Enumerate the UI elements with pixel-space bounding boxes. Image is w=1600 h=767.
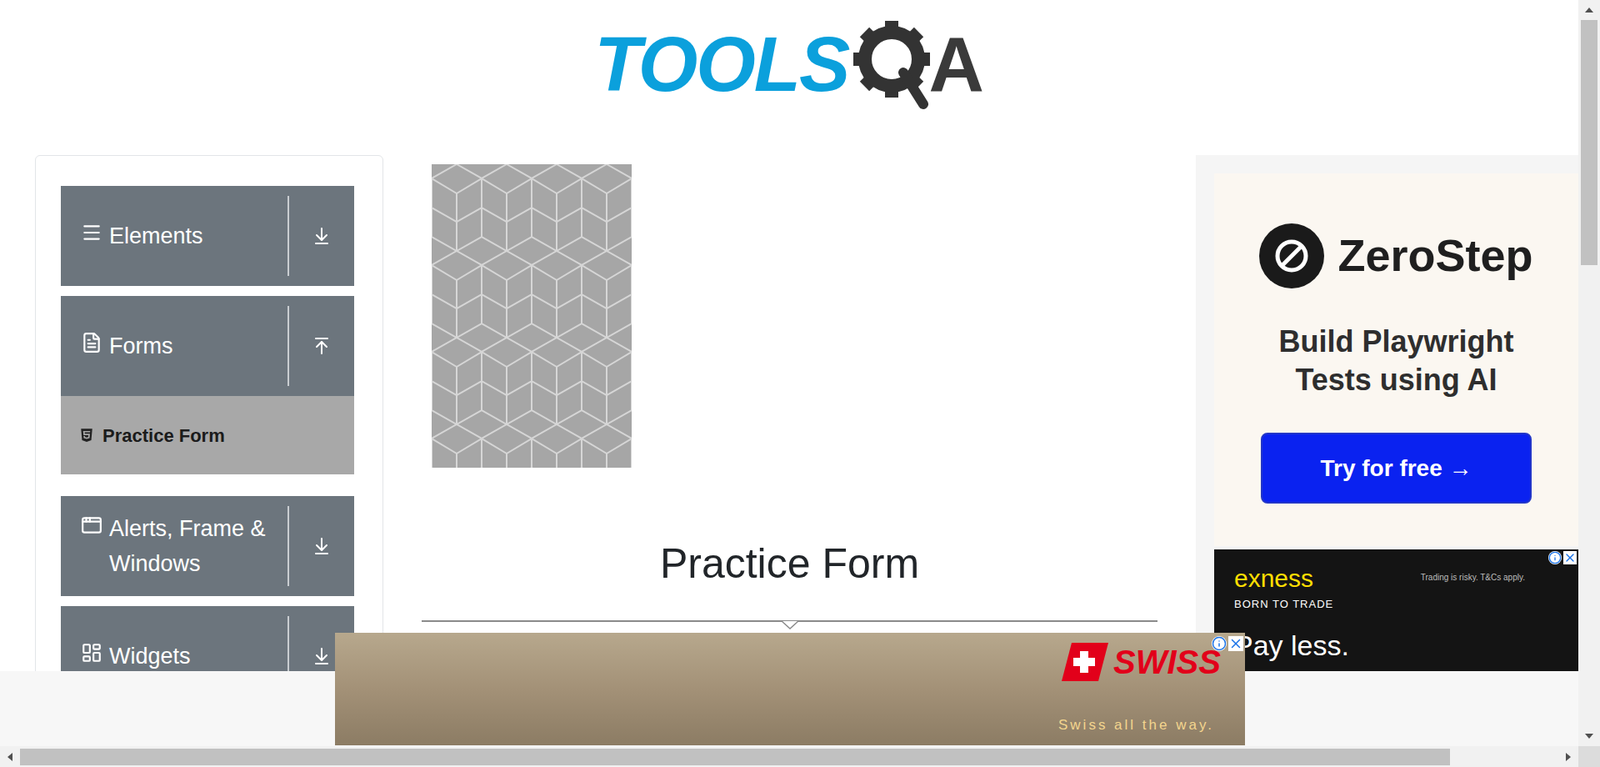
sidebar-group[interactable]: Forms: [60, 295, 355, 396]
scroll-left-icon[interactable]: [0, 751, 20, 762]
gear-magnifier-icon: [848, 17, 935, 111]
main: Practice Form: [421, 155, 1158, 622]
expand-arrow-icon[interactable]: [311, 535, 332, 556]
vertical-scroll-thumb[interactable]: [1580, 20, 1598, 265]
ad-close-icon[interactable]: [1563, 550, 1577, 565]
sidebar-group[interactable]: Elements: [60, 185, 355, 286]
ad-close-icon[interactable]: [1228, 635, 1244, 651]
zerostep-ad[interactable]: ZeroStepBuild Playwright Tests using AIT…: [1214, 173, 1579, 546]
ad-info-icon[interactable]: [1548, 550, 1562, 565]
horizontal-scroll-thumb[interactable]: [20, 748, 1450, 765]
group-icon: [80, 331, 103, 354]
scroll-up-icon[interactable]: [1584, 0, 1595, 20]
swiss-ad[interactable]: SWISSSwiss all the way.: [335, 632, 1245, 745]
sidebar: ElementsFormsPractice Form Alerts, Frame …: [35, 155, 384, 746]
exness-ad[interactable]: exnessBORN TO TRADETrading is risky. T&C…: [1214, 549, 1579, 683]
logo[interactable]: TOOLSA: [594, 16, 985, 112]
header: TOOLSA: [0, 0, 1579, 155]
try-button[interactable]: Try for free →: [1260, 432, 1532, 504]
expand-arrow-icon[interactable]: [311, 645, 332, 666]
heading-divider: [421, 620, 1158, 622]
sidebar-group[interactable]: Alerts, Frame & Windows: [60, 495, 355, 596]
horizontal-scrollbar[interactable]: [0, 745, 1579, 767]
page: TOOLSAElementsFormsPractice FormAlerts, …: [0, 0, 1600, 767]
group-icon: [80, 514, 103, 536]
sidebar-subitem[interactable]: Practice Form: [60, 395, 355, 475]
html-icon: [79, 427, 95, 443]
group-icon: [80, 641, 103, 664]
vertical-scrollbar[interactable]: [1578, 0, 1600, 746]
expand-arrow-icon[interactable]: [311, 225, 332, 246]
scroll-down-icon[interactable]: [1584, 725, 1595, 746]
scroll-right-icon[interactable]: [1558, 751, 1579, 762]
right-ads: ZeroStepBuild Playwright Tests using AIT…: [1195, 155, 1579, 746]
collapse-arrow-icon[interactable]: [311, 335, 332, 356]
zerostep-logo-icon: [1259, 223, 1325, 289]
swiss-flag-icon: [1061, 642, 1109, 681]
group-icon: [80, 221, 103, 244]
page-heading: Practice Form: [421, 538, 1158, 589]
banner-image: [431, 164, 632, 468]
